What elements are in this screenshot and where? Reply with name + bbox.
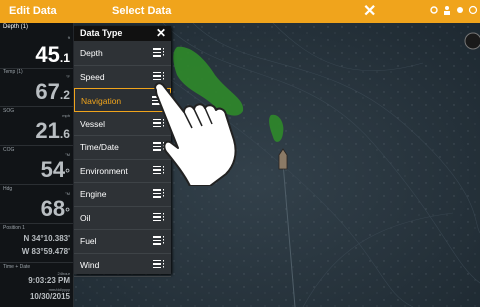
sun-icon[interactable] xyxy=(455,5,465,15)
pointing-hand-icon xyxy=(154,82,237,186)
menu-item-label: Environment xyxy=(80,165,128,176)
menu-item-label: Navigation xyxy=(81,96,122,106)
data-overlay-bar[interactable]: Depth (1) ft 45.1 Temp (1) °F 67.2 SOG m… xyxy=(0,23,74,307)
title-bar: Edit Data Select Data ✕ xyxy=(0,0,480,23)
temp-value: 67.2 xyxy=(35,79,70,104)
menu-item-label: Fuel xyxy=(80,236,97,246)
time-value: 9:03:23 PM xyxy=(28,276,70,285)
select-data-title: Select Data xyxy=(112,5,172,17)
compass-icon xyxy=(464,32,480,50)
menu-item-label: Oil xyxy=(80,212,91,223)
submenu-icon xyxy=(153,236,164,245)
menu-item-label: Depth xyxy=(80,48,103,58)
time-date-label: Time + Date xyxy=(3,264,31,270)
close-icon[interactable]: ✕ xyxy=(156,26,166,40)
menu-item-oil[interactable]: Oil xyxy=(74,206,171,230)
submenu-icon xyxy=(153,189,164,198)
menu-item-depth[interactable]: Depth xyxy=(74,41,171,66)
submenu-icon xyxy=(153,212,164,222)
menu-item-wind[interactable]: Wind xyxy=(74,253,171,277)
menu-item-label: Vessel xyxy=(80,118,106,129)
sog-label: SOG xyxy=(3,108,15,114)
menu-item-label: Engine xyxy=(80,189,107,199)
submenu-icon xyxy=(153,48,164,57)
submenu-icon xyxy=(153,71,164,81)
hdg-cell[interactable]: Hdg °M 68° xyxy=(0,185,73,224)
depth-label: Depth (1) xyxy=(3,24,29,30)
settings-icon[interactable] xyxy=(429,5,439,15)
edit-data-title: Edit Data xyxy=(9,5,57,17)
sog-cell[interactable]: SOG mph 21.6 xyxy=(0,107,73,146)
cog-label: COG xyxy=(3,147,15,153)
cog-value: 54° xyxy=(40,157,70,182)
temp-cell[interactable]: Temp (1) °F 67.2 xyxy=(0,68,73,107)
submenu-icon xyxy=(153,259,164,269)
time-date-cell[interactable]: Time + Date 24hour 9:03:23 PM mm/dd/yyyy… xyxy=(0,263,73,307)
hdg-label: Hdg xyxy=(3,186,13,192)
menu-item-label: Speed xyxy=(80,71,105,82)
latitude-value: N 34°10.383' xyxy=(23,234,70,243)
sog-value: 21.6 xyxy=(35,118,70,143)
depth-unit: ft xyxy=(67,35,70,40)
person-icon[interactable] xyxy=(442,5,452,15)
menu-header: Data Type ✕ xyxy=(74,26,171,41)
menu-item-label: Time/Date xyxy=(80,142,119,152)
menu-title: Data Type xyxy=(80,28,123,38)
depth-cell[interactable]: Depth (1) ft 45.1 xyxy=(0,23,73,69)
cog-cell[interactable]: COG °M 54° xyxy=(0,146,73,185)
alarm-icon[interactable] xyxy=(468,5,478,15)
menu-item-fuel[interactable]: Fuel xyxy=(74,229,171,254)
position-cell[interactable]: Position 1 N 34°10.383' W 83°59.478' xyxy=(0,224,73,263)
menu-item-label: Wind xyxy=(80,259,100,270)
temp-label: Temp (1) xyxy=(3,69,23,75)
close-icon[interactable]: ✕ xyxy=(363,1,376,21)
hdg-value: 68° xyxy=(40,196,70,221)
date-value: 10/30/2015 xyxy=(29,292,70,301)
longitude-value: W 83°59.478' xyxy=(21,247,70,256)
position-label: Position 1 xyxy=(3,225,25,231)
depth-value: 45.1 xyxy=(35,42,70,67)
